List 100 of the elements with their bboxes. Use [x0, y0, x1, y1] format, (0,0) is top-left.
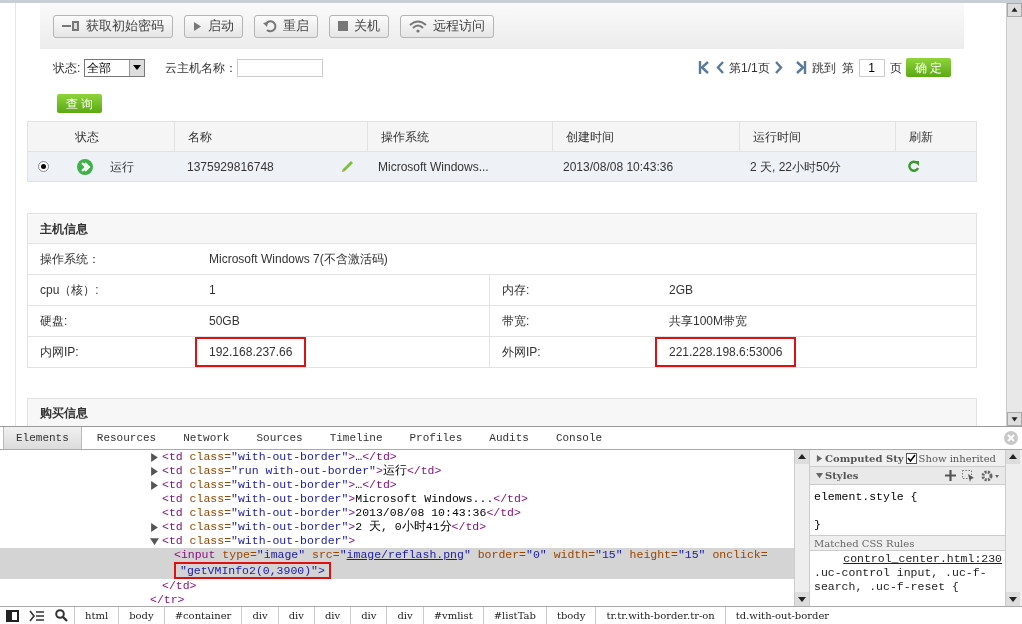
column-header: 状态 — [74, 128, 100, 146]
field-value: Microsoft Windows 7(不含激活码) — [209, 251, 388, 269]
code-line: <input type="image" src="image/reflash.png" border="0" width="15" height="15" onclick= "getVMInfo2(0,3900)"> — [174, 548, 768, 579]
breadcrumb[interactable]: div — [350, 607, 387, 624]
wifi-icon — [409, 19, 427, 33]
disclosure-triangle-icon[interactable] — [816, 454, 823, 462]
toolbar-button[interactable]: 关机 — [329, 14, 389, 38]
previous-page-icon[interactable] — [714, 61, 726, 75]
breadcrumb[interactable]: div — [277, 607, 314, 624]
name-field[interactable] — [237, 58, 324, 77]
first-page-icon[interactable] — [697, 61, 709, 75]
breadcrumb[interactable]: #vmlist — [422, 607, 483, 624]
last-page-icon[interactable] — [795, 61, 807, 75]
css-selector-text: .uc-control input, .uc-f-search, .uc-f-reset { — [813, 566, 988, 594]
field-label: 硬盘: — [39, 313, 69, 331]
devtools-tab[interactable]: Elements — [3, 427, 82, 449]
stop-icon — [338, 21, 348, 32]
section-title: 主机信息 — [40, 220, 88, 238]
jump-label: 跳到 — [811, 59, 836, 77]
code-line: </tr> — [150, 593, 185, 606]
section-title: Styles — [825, 469, 860, 483]
css-rule-text: element.style { — [814, 489, 919, 505]
name-label: 云主机名称： — [165, 59, 238, 77]
element-picker-icon[interactable] — [962, 469, 975, 482]
breadcrumb[interactable]: #container — [163, 607, 242, 624]
next-page-icon[interactable] — [772, 61, 784, 75]
code-line: <td class="with-out-border">…</td> — [162, 478, 397, 492]
table-cell-text: 1375929816748 — [187, 158, 274, 176]
field-value: 192.168.237.66 — [195, 337, 307, 368]
disclosure-triangle-icon[interactable] — [816, 472, 823, 479]
refresh-icon[interactable] — [907, 160, 920, 174]
console-icon[interactable] — [29, 609, 45, 622]
disclosure-triangle-icon[interactable] — [150, 523, 159, 532]
toolbar-button[interactable]: 获取初始密码 — [53, 14, 173, 38]
page-field[interactable]: 1 — [858, 58, 885, 77]
code-line: <td class="with-out-border">2013/08/08 10:43:36</td> — [162, 506, 521, 520]
disclosure-triangle-icon[interactable] — [150, 481, 159, 490]
disclosure-triangle-icon[interactable] — [150, 467, 159, 476]
devtools-tab[interactable]: Resources — [84, 427, 169, 449]
breadcrumb[interactable]: html — [74, 607, 119, 624]
scroll-up-icon[interactable] — [795, 450, 809, 464]
key-icon — [62, 21, 80, 32]
breadcrumb[interactable]: #listTab — [482, 607, 546, 624]
devtools-tab[interactable]: Timeline — [317, 427, 395, 449]
section-title: Matched CSS Rules — [814, 536, 915, 551]
page-prefix: 第 — [841, 59, 854, 77]
scroll-down-icon[interactable] — [1006, 592, 1020, 606]
search-icon[interactable] — [55, 609, 68, 622]
page-suffix: 页 — [889, 59, 902, 77]
source-link[interactable]: control_center.html:230 — [843, 552, 1002, 566]
code-line: </td> — [162, 579, 197, 593]
devtools-tab[interactable]: Audits — [477, 427, 541, 449]
restart-icon — [263, 19, 277, 34]
running-status-icon — [77, 158, 93, 175]
scrollbar[interactable] — [794, 450, 810, 606]
status-text: 运行 — [110, 158, 134, 176]
dropdown-arrow-icon — [133, 65, 142, 71]
field-label: 外网IP: — [489, 337, 657, 368]
settings-icon[interactable] — [981, 469, 999, 482]
toolbar-button[interactable]: 远程访问 — [400, 14, 494, 38]
radio-button[interactable] — [37, 161, 49, 173]
table-cell-text: 2013/08/08 10:43:36 — [562, 158, 675, 176]
toolbar-button[interactable]: 重启 — [254, 14, 318, 38]
devtools-tab[interactable]: Network — [171, 427, 242, 449]
table-cell-text: 2 天, 22小时50分 — [749, 158, 843, 176]
page-indicator: 第1/1页 — [728, 59, 770, 77]
scroll-down-icon[interactable] — [795, 592, 809, 606]
code-line: <td class="with-out-border">2 天, 0小时41分</td> — [162, 520, 487, 534]
scroll-up-icon[interactable] — [1006, 450, 1020, 464]
toolbar-button[interactable]: 启动 — [184, 14, 243, 38]
breadcrumb[interactable]: div — [241, 607, 278, 624]
breadcrumb[interactable]: tr.tr.with-border.tr-on — [595, 607, 725, 624]
field-label: 带宽: — [489, 306, 657, 337]
devtools-tab[interactable]: Sources — [244, 427, 315, 449]
add-icon[interactable] — [945, 470, 956, 481]
devtools-tab[interactable]: Profiles — [397, 427, 475, 449]
dock-icon[interactable] — [6, 609, 19, 622]
scrollbar[interactable] — [1006, 3, 1022, 426]
breadcrumb[interactable]: div — [386, 607, 423, 624]
play-icon — [193, 20, 202, 32]
breadcrumb[interactable]: td.with-out-border — [724, 607, 840, 624]
devtools-tab[interactable]: Console — [543, 427, 615, 449]
breadcrumb[interactable]: div — [313, 607, 351, 624]
status-label: 状态: — [53, 59, 81, 77]
code-line: <td class="with-out-border">Microsoft Windows...</td> — [162, 492, 528, 506]
css-rule-text: } — [814, 516, 822, 533]
checkbox[interactable] — [905, 452, 917, 464]
code-line: <td class="with-out-border">…</td> — [162, 450, 397, 464]
scroll-down-icon[interactable] — [1007, 412, 1022, 426]
field-value: 221.228.198.6:53006 — [655, 337, 797, 368]
field-label: 操作系统： — [39, 251, 101, 269]
status-dropdown[interactable]: 全部 — [84, 58, 146, 77]
disclosure-triangle-icon[interactable] — [150, 537, 159, 546]
disclosure-triangle-icon[interactable] — [150, 453, 159, 462]
breadcrumb[interactable]: body — [118, 607, 164, 624]
scrollbar[interactable] — [1006, 450, 1022, 606]
breadcrumb[interactable]: tbody — [545, 607, 596, 624]
section-title: Computed Sty — [825, 451, 904, 466]
table-cell-text: Microsoft Windows... — [377, 158, 490, 176]
scroll-up-icon[interactable] — [1007, 3, 1022, 17]
